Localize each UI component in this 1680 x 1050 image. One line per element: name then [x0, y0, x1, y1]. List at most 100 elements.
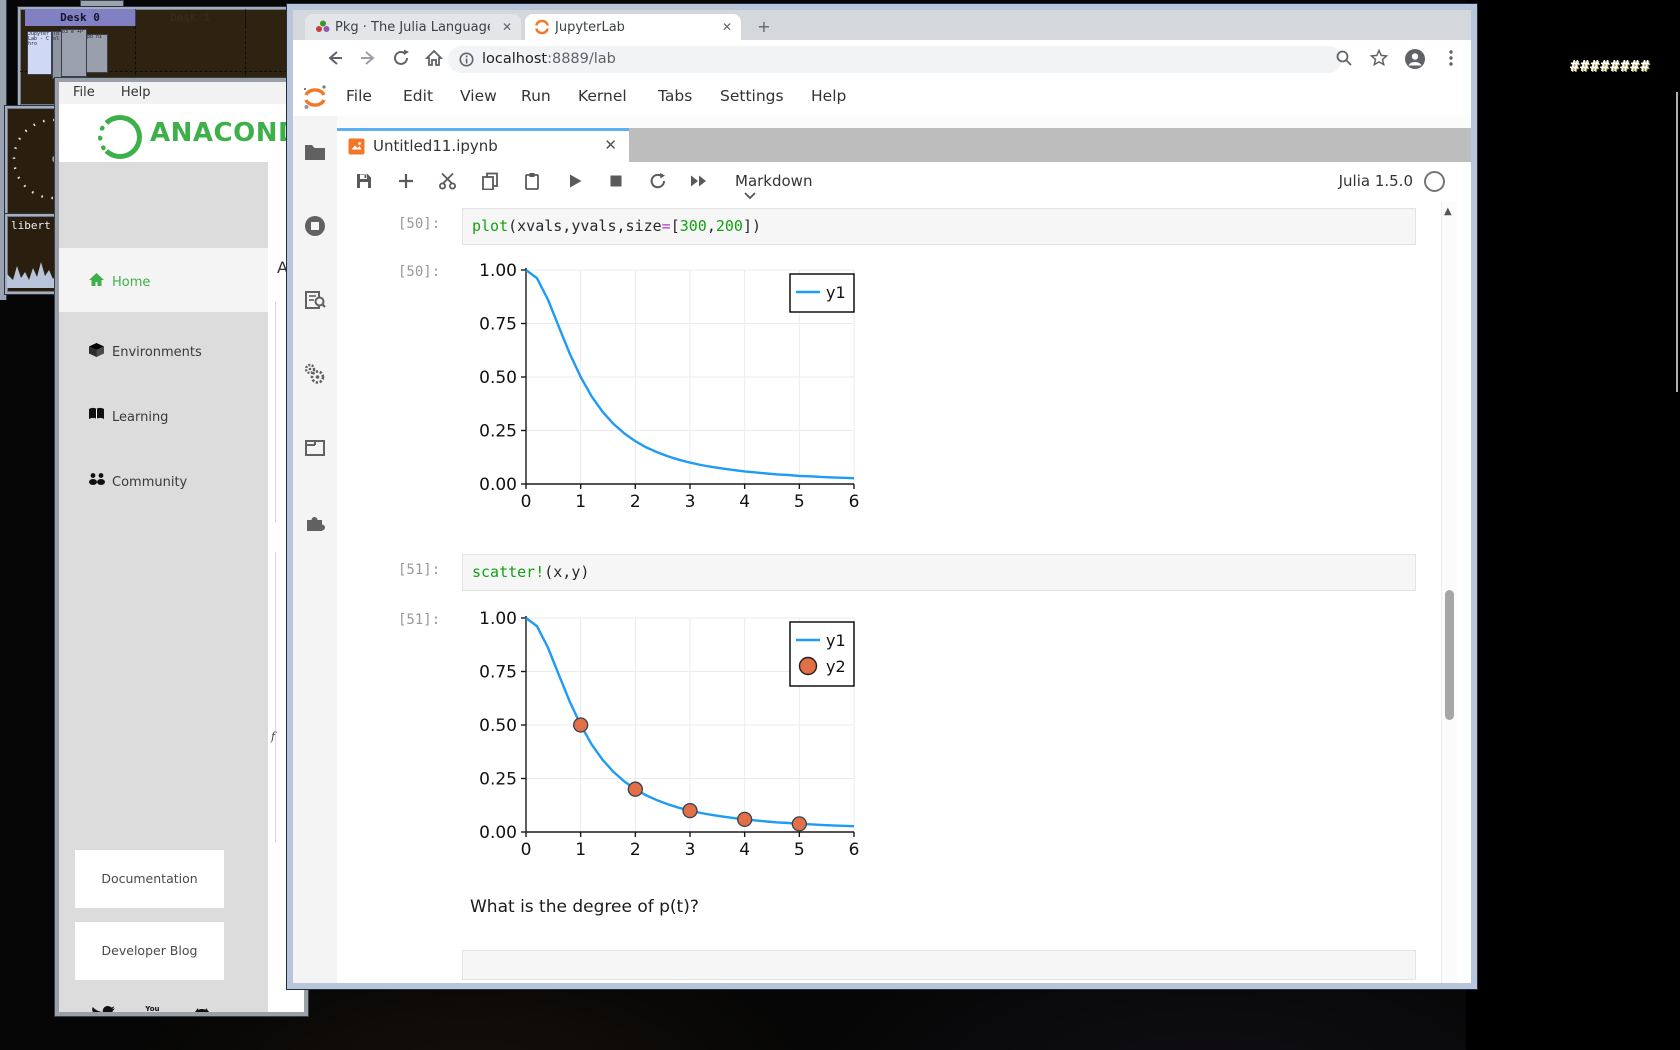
sidebar-item-home[interactable]: Home — [59, 248, 268, 312]
sidebar-item-community[interactable]: Community — [59, 448, 268, 512]
output-prompt: [51]: — [398, 612, 440, 628]
svg-text:0.75: 0.75 — [479, 315, 517, 335]
menu-help[interactable]: Help — [811, 87, 846, 105]
pager-mini-window-2[interactable]: po ni — [86, 34, 108, 73]
plot-output-scatter: 01234560.000.250.500.751.00y1y2 — [468, 604, 864, 862]
new-tab-button[interactable]: + — [755, 18, 773, 36]
terminal-region — [1466, 0, 1680, 1050]
browser-tab-julia-docs[interactable]: Pkg · The Julia Language ✕ — [305, 14, 521, 40]
menu-file[interactable]: File — [346, 87, 372, 105]
cut-cells-icon[interactable] — [438, 172, 458, 192]
svg-text:6: 6 — [849, 492, 860, 512]
notebook-tab-close-icon[interactable]: ✕ — [604, 136, 617, 154]
partial-code-cell[interactable] — [462, 950, 1416, 980]
github-icon[interactable] — [190, 1005, 214, 1016]
browser-toolbar: localhost:8889/lab — [293, 40, 1471, 79]
browser-tabstrip: Pkg · The Julia Language ✕ JupyterLab ✕ … — [293, 10, 1471, 40]
svg-text:1.00: 1.00 — [479, 609, 517, 629]
cell-type-dropdown[interactable]: Markdown — [735, 172, 812, 200]
jupyter-logo-icon — [301, 83, 329, 111]
jupyter-favicon-icon — [534, 19, 550, 35]
kernel-name-label[interactable]: Julia 1.5.0 — [1339, 172, 1413, 190]
run-cell-icon[interactable] — [566, 172, 586, 192]
pager-desk-0[interactable]: Desk 0 — [25, 9, 136, 26]
site-info-icon[interactable] — [459, 52, 474, 67]
sidebar-item-learning[interactable]: Learning — [59, 383, 268, 447]
zoom-icon[interactable] — [1334, 48, 1354, 70]
bookmark-star-icon[interactable] — [1369, 48, 1389, 70]
home-icon[interactable] — [424, 48, 446, 70]
save-icon[interactable] — [355, 172, 375, 192]
svg-text:0.50: 0.50 — [479, 368, 517, 388]
extension-manager-icon[interactable] — [303, 510, 327, 534]
code-cell-input[interactable]: scatter!(x,y) — [462, 554, 1416, 591]
back-icon[interactable] — [325, 48, 347, 70]
terminal-text: ######## — [1570, 57, 1650, 75]
svg-text:6: 6 — [849, 840, 860, 860]
file-browser-icon[interactable] — [303, 140, 327, 164]
menu-tabs[interactable]: Tabs — [658, 87, 692, 105]
kernel-status-icon[interactable] — [1424, 171, 1445, 192]
chrome-browser-window[interactable]: Pkg · The Julia Language ✕ JupyterLab ✕ … — [287, 4, 1477, 989]
svg-text:5: 5 — [794, 840, 805, 860]
notebook-content: [50]: plot(xvals,yvals,size=[300,200]) [… — [337, 202, 1471, 983]
menu-run[interactable]: Run — [521, 87, 551, 105]
svg-text:0.00: 0.00 — [479, 475, 517, 495]
sidebar-item-environments[interactable]: Environments — [59, 318, 268, 382]
paste-cells-icon[interactable] — [523, 172, 543, 192]
add-cell-icon[interactable] — [397, 172, 417, 192]
restart-kernel-icon[interactable] — [648, 172, 668, 192]
svg-text:0: 0 — [521, 492, 532, 512]
profile-avatar-icon[interactable] — [1404, 48, 1426, 70]
reload-icon[interactable] — [391, 48, 413, 70]
address-bar[interactable]: localhost:8889/lab — [448, 46, 1342, 73]
people-icon — [88, 472, 106, 485]
tab-close-icon[interactable]: ✕ — [722, 20, 732, 34]
home-icon — [88, 272, 105, 287]
property-inspector-icon[interactable] — [303, 362, 327, 386]
anaconda-menu-file[interactable]: File — [73, 85, 95, 100]
jupyterlab-menubar: File Edit View Run Kernel Tabs Settings … — [293, 78, 1471, 117]
developer-blog-button[interactable]: Developer Blog — [75, 922, 224, 980]
run-all-icon[interactable] — [689, 172, 709, 192]
documentation-button[interactable]: Documentation — [75, 850, 224, 908]
twitter-icon[interactable] — [90, 1005, 116, 1016]
svg-text:0.00: 0.00 — [479, 823, 517, 843]
menu-edit[interactable]: Edit — [403, 87, 433, 105]
svg-text:0.75: 0.75 — [479, 663, 517, 683]
notebook-scrollbar[interactable]: ▲ — [1441, 202, 1457, 983]
scroll-up-icon[interactable]: ▲ — [1444, 206, 1452, 217]
pager-desk-1[interactable]: Desk 1 — [135, 9, 246, 26]
pager-mini-window-1[interactable]: o3 e +P — [61, 29, 87, 77]
svg-text:4: 4 — [739, 492, 750, 512]
svg-text:1: 1 — [575, 492, 586, 512]
anaconda-navigator-window[interactable]: File Help ANACONDA Home Environments — [55, 78, 308, 1016]
anaconda-sidebar: Home Environments Learning — [59, 162, 268, 1012]
youtube-icon[interactable]: You Tube — [140, 1005, 165, 1016]
copy-cells-icon[interactable] — [481, 172, 501, 192]
chrome-menu-icon[interactable] — [1441, 48, 1461, 70]
code-cell-input[interactable]: plot(xvals,yvals,size=[300,200]) — [462, 208, 1416, 245]
pager-mini-window-jupyterlab[interactable]: JupyterLab - Chro — [27, 31, 52, 75]
open-tabs-icon[interactable] — [303, 436, 327, 460]
svg-text:y1: y1 — [826, 631, 846, 650]
tab-close-icon[interactable]: ✕ — [502, 20, 512, 34]
anaconda-menu-help[interactable]: Help — [121, 85, 151, 100]
markdown-cell[interactable]: What is the degree of p(t)? — [470, 897, 699, 917]
anaconda-logo-icon — [98, 115, 142, 159]
svg-text:y2: y2 — [826, 657, 846, 676]
forward-icon[interactable] — [358, 48, 380, 70]
menu-view[interactable]: View — [460, 87, 497, 105]
notebook-file-icon — [348, 138, 365, 155]
scrollbar-thumb[interactable] — [1445, 590, 1454, 720]
command-palette-icon[interactable] — [303, 288, 327, 312]
notebook-tab-untitled11[interactable]: Untitled11.ipynb ✕ — [337, 128, 629, 162]
stop-kernel-icon[interactable] — [607, 172, 627, 192]
url-text[interactable]: localhost:8889/lab — [482, 51, 616, 67]
menu-kernel[interactable]: Kernel — [578, 87, 627, 105]
svg-text:2: 2 — [630, 492, 641, 512]
running-kernels-icon[interactable] — [303, 214, 327, 238]
plot-output-line: 01234560.000.250.500.751.00y1 — [468, 256, 864, 514]
browser-tab-jupyterlab[interactable]: JupyterLab ✕ — [525, 14, 741, 40]
menu-settings[interactable]: Settings — [720, 87, 784, 105]
